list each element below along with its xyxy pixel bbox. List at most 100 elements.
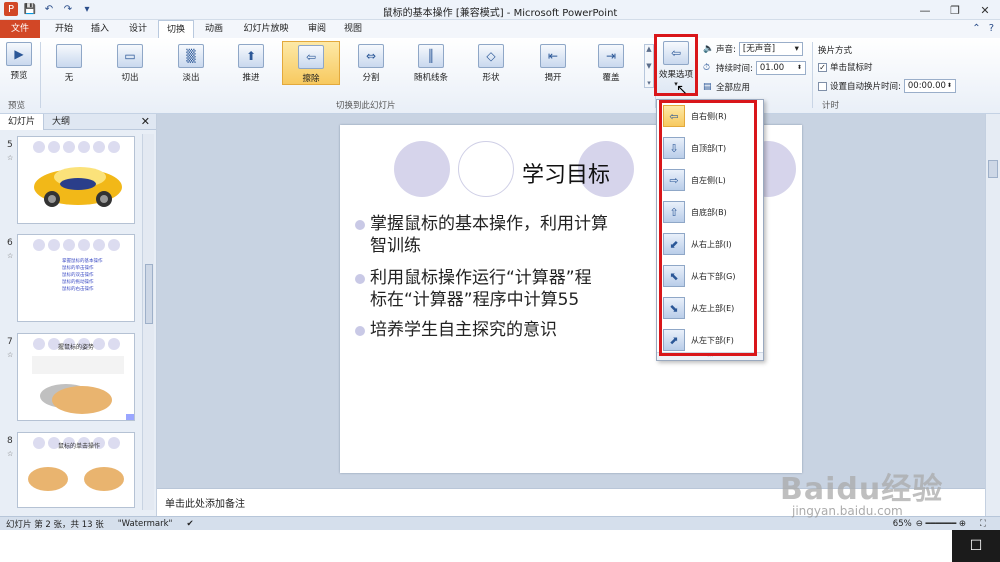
ribbon: ▶ 预览 预览 无 ▭ 切出 ▒ 淡出 ⬆ 推进 ⇦ 擦除 ⇔ 分割 ║ 随机线… (0, 34, 1000, 114)
effect-options-icon: ⇦ (663, 41, 689, 65)
transition-uncover-icon: ⇤ (540, 44, 566, 68)
tab-review[interactable]: 审阅 (302, 20, 332, 38)
effect-options-label: 效果选项 (658, 70, 693, 80)
gallery-more-icon[interactable]: ▾ (647, 79, 651, 87)
bullet-continuation[interactable]: 智训练 (370, 235, 421, 257)
fit-window-icon[interactable]: ⛶ (980, 519, 986, 529)
gallery-down-icon[interactable]: ▼ (646, 62, 651, 70)
slide-title[interactable]: 学习目标 (522, 157, 610, 189)
auto-advance-spinner[interactable]: 00:00.00 ⬍ (903, 79, 956, 93)
highlight-box (659, 100, 757, 356)
spellcheck-icon[interactable]: ✔ (186, 519, 193, 529)
group-separator (812, 42, 813, 108)
tab-slides[interactable]: 幻灯片 (0, 113, 45, 130)
transition-split[interactable]: ⇔ 分割 (358, 44, 384, 83)
bullet-item[interactable]: 掌握鼠标的基本操作，利用计算 (355, 213, 608, 235)
minimize-icon[interactable]: — (910, 0, 940, 20)
window-controls: — ❐ ✕ (910, 0, 1000, 20)
slide-thumbnail[interactable] (17, 136, 135, 224)
duration-label: 持续时间: (716, 64, 753, 74)
transition-random-bars[interactable]: ║ 随机线条 (414, 44, 448, 83)
slide-thumbnail[interactable]: 握鼠标的姿势 (17, 333, 135, 421)
auto-advance-checkbox[interactable] (818, 81, 827, 91)
restore-icon[interactable]: ❐ (940, 0, 970, 20)
auto-advance-value: 00:00.00 (907, 81, 946, 91)
duration-value: 01.00 (759, 63, 785, 73)
transition-label: 随机线条 (414, 73, 449, 83)
thumb-decoration (33, 239, 120, 251)
close-window-icon[interactable]: ✕ (970, 0, 1000, 20)
transition-label: 擦除 (302, 74, 320, 84)
gallery-scroll[interactable]: ▲ ▼ ▾ (644, 44, 654, 88)
thumb-link: 鼠标的拖动操作 (62, 280, 94, 285)
slide-number: 5 (7, 140, 13, 150)
scroll-thumb[interactable] (145, 264, 153, 324)
on-click-row: ✓ 单击鼠标时 (818, 61, 873, 73)
close-icon[interactable]: ✕ (141, 115, 150, 128)
transition-label: 无 (64, 73, 74, 83)
transition-fade[interactable]: ▒ 淡出 (178, 44, 204, 83)
duration-row: ⏱ 持续时间: 01.00 ⬍ (703, 61, 806, 75)
transition-label: 揭开 (544, 73, 562, 83)
status-bar: 幻灯片 第 2 张，共 13 张 "Watermark" ✔ 65% ⊖ ━━━… (0, 516, 1000, 530)
transition-push[interactable]: ⬆ 推进 (238, 44, 264, 83)
transition-label: 切出 (121, 73, 139, 83)
bullet-continuation-text: 标在“计算器”程序中计算55 (370, 290, 580, 310)
slide-thumbnail[interactable]: 鼠标的单击操作 (17, 432, 135, 508)
transition-shape[interactable]: ◇ 形状 (478, 44, 504, 83)
apply-all-button[interactable]: ▤ 全部应用 (703, 81, 750, 93)
tab-file[interactable]: 文件 (0, 20, 40, 38)
sound-select[interactable]: [无声音] ▾ (738, 42, 803, 56)
bullet-item[interactable]: 培养学生自主探究的意识 (355, 319, 557, 341)
slide-number: 6 (7, 238, 13, 248)
tab-view[interactable]: 视图 (338, 20, 368, 38)
transition-cut-icon: ▭ (117, 44, 143, 68)
minimize-ribbon-icon[interactable]: ⌃ (972, 23, 980, 34)
tab-home[interactable]: 开始 (48, 20, 80, 38)
editor-scrollbar[interactable] (985, 114, 1000, 516)
decor-circle (458, 141, 514, 197)
sound-label: 声音: (716, 45, 736, 55)
tab-design[interactable]: 设计 (122, 20, 154, 38)
zoom-level[interactable]: 65% (893, 519, 912, 529)
notes-pane[interactable]: 单击此处添加备注 (157, 488, 985, 516)
notes-placeholder: 单击此处添加备注 (165, 499, 245, 510)
preview-button[interactable]: ▶ 预览 (6, 42, 32, 81)
slide-thumbnail[interactable]: 掌握鼠标的基本操作 鼠标的单击操作 鼠标的双击操作 鼠标的拖动操作 鼠标的右击操… (17, 234, 135, 322)
tab-slideshow[interactable]: 幻灯片放映 (236, 20, 296, 38)
transition-label: 分割 (362, 73, 380, 83)
help-icon[interactable]: ? (989, 23, 994, 34)
tab-insert[interactable]: 插入 (84, 20, 116, 38)
transition-cut[interactable]: ▭ 切出 (117, 44, 143, 83)
spinner-icon[interactable]: ⬍ (797, 62, 802, 74)
scroll-thumb[interactable] (988, 160, 998, 178)
transition-wipe[interactable]: ⇦ 擦除 (282, 41, 340, 85)
slides-panel: 幻灯片 大纲 ✕ 5 ☆ 6 ☆ 掌握鼠标的基本操作 鼠标的单击操作 鼠标的双击… (0, 113, 157, 516)
thumb-link: 鼠标的单击操作 (62, 266, 94, 271)
bullet-continuation[interactable]: 标在“计算器”程序中计算55 (370, 289, 579, 311)
tab-outline[interactable]: 大纲 (44, 114, 78, 130)
on-click-checkbox[interactable]: ✓ (818, 62, 827, 72)
preview-label: 预览 (10, 71, 28, 81)
transition-cover[interactable]: ⇥ 覆盖 (598, 44, 624, 83)
transition-split-icon: ⇔ (358, 44, 384, 68)
duration-spinner[interactable]: 01.00 ⬍ (755, 61, 806, 75)
spinner-icon[interactable]: ⬍ (947, 80, 952, 92)
hand-mouse-image (32, 356, 134, 420)
hand-click-image (28, 467, 124, 491)
panel-tabs: 幻灯片 大纲 ✕ (0, 113, 156, 130)
animation-star-icon: ☆ (7, 450, 14, 458)
gallery-up-icon[interactable]: ▲ (646, 45, 651, 53)
panel-scrollbar[interactable] (142, 134, 154, 510)
slide-count: 幻灯片 第 2 张，共 13 张 (6, 519, 104, 530)
group-separator (40, 42, 41, 108)
apply-all-label: 全部应用 (716, 83, 751, 93)
notification-icon[interactable]: ☐ (952, 530, 1000, 562)
zoom-slider-icon[interactable]: ⊖ ━━━━━━ ⊕ (916, 519, 966, 529)
tab-transitions[interactable]: 切换 (158, 20, 194, 38)
bullet-item[interactable]: 利用鼠标操作运行“计算器”程 (355, 267, 592, 289)
transition-none[interactable]: 无 (56, 44, 82, 83)
clock-icon: ⏱ (703, 63, 711, 73)
transition-uncover[interactable]: ⇤ 揭开 (540, 44, 566, 83)
tab-animations[interactable]: 动画 (198, 20, 230, 38)
